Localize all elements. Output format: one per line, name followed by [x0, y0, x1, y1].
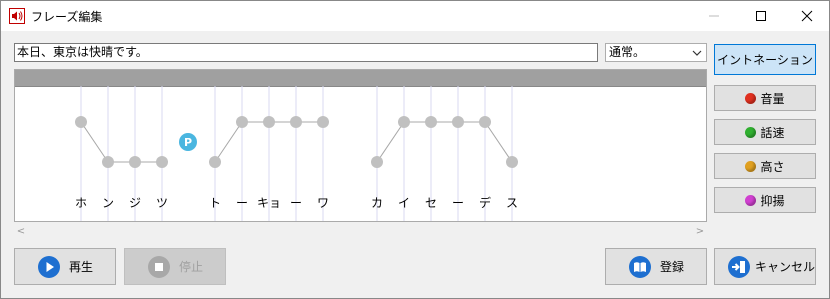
pitch-node[interactable]: [209, 156, 221, 168]
pitch-link: [376, 121, 405, 163]
pitch-node[interactable]: [479, 116, 491, 128]
close-button[interactable]: [784, 1, 830, 31]
maximize-button[interactable]: [738, 1, 784, 31]
exit-icon: [727, 255, 751, 279]
kana-label: ホ: [75, 196, 87, 210]
window-title: フレーズ編集: [31, 10, 103, 24]
style-select[interactable]: 通常。: [605, 43, 707, 62]
speed-dot-icon: [745, 126, 757, 138]
kana-label: ス: [506, 196, 518, 210]
intonation-curve[interactable]: ホンジツトーキョーワカイセーデスP: [15, 86, 706, 222]
kana-label: ー: [452, 196, 464, 210]
scroll-right-arrow-icon[interactable]: >: [693, 224, 707, 240]
kana-label: カ: [371, 196, 383, 210]
play-button[interactable]: 再生: [14, 248, 116, 285]
pitch-node[interactable]: [506, 156, 518, 168]
kana-label: キョ: [257, 196, 281, 210]
pitch-link: [214, 121, 243, 163]
volume-dot-icon: [745, 92, 757, 104]
intonation-editor[interactable]: ホンジツトーキョーワカイセーデス P: [14, 69, 707, 222]
register-button[interactable]: 登録: [605, 248, 707, 285]
speed-button-label: 話速: [760, 125, 785, 140]
pitch-node[interactable]: [263, 116, 275, 128]
play-icon: [37, 255, 61, 279]
phrase-edit-window: フレーズ編集 本日、東京は快晴です。 通常。 ホンジツトーキョーワカイセーデス P…: [0, 0, 830, 299]
pitch-node[interactable]: [75, 116, 87, 128]
editor-header-bar: [15, 70, 706, 87]
pitch-node[interactable]: [398, 116, 410, 128]
speed-button[interactable]: 話速: [714, 119, 816, 145]
intonation-button[interactable]: イントネーション: [714, 44, 816, 75]
phrase-text-input[interactable]: 本日、東京は快晴です。: [14, 43, 598, 62]
book-icon: [628, 255, 652, 279]
cancel-button-label: キャンセル: [755, 260, 816, 274]
kana-label: ー: [290, 196, 302, 210]
pitch-dot-icon: [745, 160, 757, 172]
pitch-node[interactable]: [425, 116, 437, 128]
kana-label: ワ: [317, 196, 329, 210]
kana-label: ー: [236, 196, 248, 210]
pitch-node[interactable]: [236, 116, 248, 128]
cancel-button[interactable]: キャンセル: [714, 248, 816, 285]
stop-button-label: 停止: [179, 260, 204, 274]
scroll-left-arrow-icon[interactable]: <: [14, 224, 28, 240]
horizontal-scrollbar[interactable]: < >: [14, 224, 707, 240]
intonation-button-label: イントネーション: [717, 53, 813, 67]
pitch-node[interactable]: [452, 116, 464, 128]
kana-label: ツ: [156, 196, 168, 210]
kana-label: セ: [425, 196, 437, 210]
pitch-node[interactable]: [371, 156, 383, 168]
pitch-button-label: 高さ: [760, 159, 785, 174]
pitch-node[interactable]: [290, 116, 302, 128]
kana-label: デ: [479, 195, 491, 210]
emphasis-button-label: 抑揚: [760, 193, 785, 208]
speaker-icon: [9, 8, 25, 24]
emphasis-dot-icon: [745, 194, 757, 206]
pitch-node[interactable]: [317, 116, 329, 128]
kana-label: ジ: [129, 196, 141, 210]
pitch-button[interactable]: 高さ: [714, 153, 816, 179]
volume-button[interactable]: 音量: [714, 85, 816, 111]
minimize-button[interactable]: [691, 1, 737, 31]
play-button-label: 再生: [69, 260, 94, 274]
register-button-label: 登録: [660, 260, 685, 274]
pause-marker-label: P: [184, 136, 192, 149]
kana-label: ト: [209, 196, 221, 210]
title-bar: フレーズ編集: [1, 1, 829, 31]
pitch-node[interactable]: [129, 156, 141, 168]
kana-label: ン: [102, 196, 114, 210]
emphasis-button[interactable]: 抑揚: [714, 187, 816, 213]
kana-label: イ: [398, 196, 410, 210]
volume-button-label: 音量: [760, 91, 785, 106]
stop-icon: [147, 255, 171, 279]
pitch-node[interactable]: [156, 156, 168, 168]
pitch-node[interactable]: [102, 156, 114, 168]
stop-button[interactable]: 停止: [124, 248, 226, 285]
style-select-value: 通常。: [609, 45, 646, 59]
pitch-link: [80, 121, 109, 163]
chevron-down-icon: [690, 44, 704, 61]
pitch-link: [484, 121, 513, 163]
